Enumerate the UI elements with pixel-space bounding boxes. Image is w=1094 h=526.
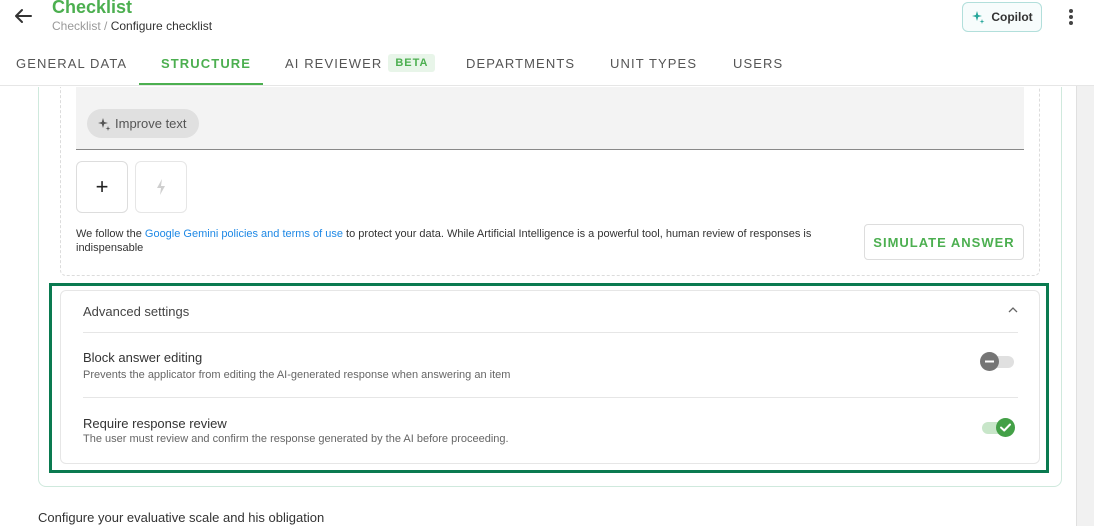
back-arrow-icon[interactable] — [12, 5, 34, 27]
tab-departments[interactable]: DEPARTMENTS — [466, 40, 575, 86]
policy-prefix: We follow the — [76, 228, 145, 240]
tab-label: GENERAL DATA — [16, 55, 128, 71]
beta-badge: BETA — [388, 54, 436, 72]
chevron-up-icon[interactable] — [1006, 303, 1020, 317]
require-review-toggle[interactable] — [980, 417, 1016, 437]
divider — [83, 397, 1018, 398]
setting-require-review-desc: The user must review and confirm the res… — [83, 433, 509, 445]
toggle-on-knob — [996, 418, 1015, 437]
scrollbar[interactable] — [1076, 86, 1094, 526]
tab-label: STRUCTURE — [161, 55, 252, 71]
evaluative-scale-text: Configure your evaluative scale and his … — [38, 510, 325, 525]
improve-text-button[interactable]: Improve text — [87, 109, 199, 138]
copilot-button[interactable]: Copilot — [962, 2, 1042, 32]
gemini-policy-link[interactable]: Google Gemini policies and terms of use — [145, 228, 343, 240]
block-editing-toggle[interactable] — [980, 351, 1016, 371]
add-button[interactable]: + — [76, 161, 128, 213]
tab-label: AI REVIEWER — [285, 55, 383, 71]
lightning-icon — [157, 179, 165, 195]
improve-text-label: Improve text — [115, 116, 187, 131]
setting-block-editing-desc: Prevents the applicator from editing the… — [83, 369, 511, 381]
active-tab-indicator — [139, 83, 263, 85]
tab-bar: GENERAL DATA STRUCTURE AI REVIEWER BETA … — [0, 40, 1094, 86]
generate-button[interactable] — [135, 161, 187, 213]
plus-icon: + — [95, 174, 109, 199]
simulate-answer-button[interactable]: SIMULATE ANSWER — [864, 224, 1024, 260]
page-title: Checklist — [52, 0, 133, 17]
copilot-label: Copilot — [991, 10, 1033, 24]
check-icon — [1000, 423, 1011, 432]
tab-label: DEPARTMENTS — [466, 55, 576, 71]
setting-block-editing-title: Block answer editing — [83, 350, 203, 365]
sparkle-icon — [98, 117, 111, 131]
tab-unit-types[interactable]: UNIT TYPES — [610, 40, 697, 86]
tab-users[interactable]: USERS — [733, 40, 783, 86]
toggle-off-knob — [980, 352, 999, 371]
breadcrumb-separator: / — [100, 19, 111, 33]
tab-structure[interactable]: STRUCTURE — [161, 40, 251, 86]
breadcrumb-parent[interactable]: Checklist — [52, 19, 101, 33]
breadcrumb: Checklist / Configure checklist — [52, 19, 212, 33]
ai-response-textarea[interactable] — [76, 87, 1024, 150]
tab-general-data[interactable]: GENERAL DATA — [16, 40, 127, 86]
minus-icon — [985, 360, 994, 363]
main-content: Improve text + We follow the Google Gemi… — [0, 87, 1076, 526]
advanced-settings-title[interactable]: Advanced settings — [83, 304, 189, 319]
tab-label: USERS — [733, 55, 784, 71]
more-vertical-icon[interactable] — [1062, 6, 1080, 28]
setting-require-review-title: Require response review — [83, 416, 227, 431]
breadcrumb-current: Configure checklist — [110, 19, 213, 33]
tab-label: UNIT TYPES — [610, 55, 698, 71]
tab-ai-reviewer[interactable]: AI REVIEWER BETA — [285, 40, 436, 86]
divider — [83, 332, 1018, 333]
sparkle-icon — [972, 11, 985, 24]
policy-notice: We follow the Google Gemini policies and… — [76, 227, 816, 255]
app-header: Checklist Checklist / Configure checklis… — [0, 0, 1094, 40]
